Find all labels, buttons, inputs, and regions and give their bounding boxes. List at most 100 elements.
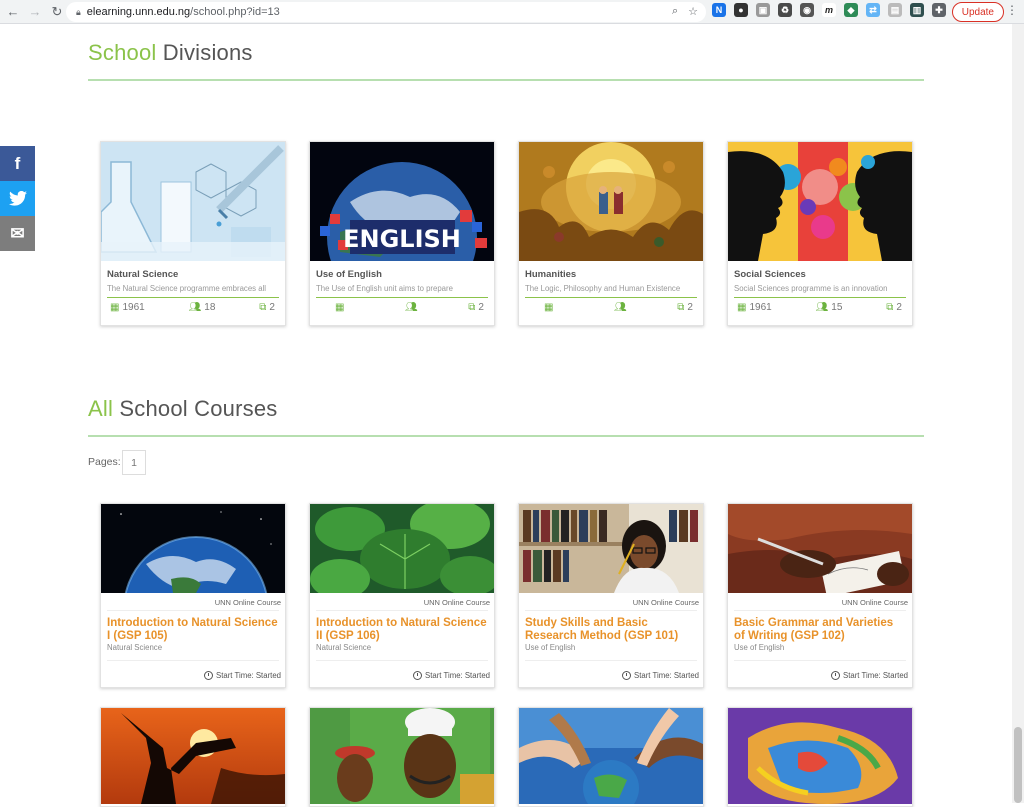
division-image: ENGLISH xyxy=(310,142,494,261)
course-card[interactable]: UNN Online Course Basic Grammar and Vari… xyxy=(727,503,913,688)
division-users: 15 xyxy=(831,302,843,313)
division-name[interactable]: Social Sciences xyxy=(728,261,912,280)
course-start: Start Time: Started xyxy=(204,671,281,680)
course-card[interactable]: UNN Online Course Introduction to Natura… xyxy=(100,503,286,688)
division-card-use-of-english[interactable]: ENGLISH Use of English The Use of Englis… xyxy=(309,141,495,326)
course-tag: UNN Online Course xyxy=(423,598,490,607)
division-courses: 2 xyxy=(687,302,693,313)
course-start: Start Time: Started xyxy=(831,671,908,680)
svg-text:ENGLISH: ENGLISH xyxy=(343,225,461,253)
extension-chat-icon[interactable]: ◆ xyxy=(844,3,858,17)
course-card[interactable] xyxy=(100,707,286,807)
divisions-heading: School Divisions xyxy=(88,40,253,66)
course-start: Start Time: Started xyxy=(622,671,699,680)
course-image xyxy=(519,504,703,593)
division-stats: ▦ 👥︎ ⧉ 2 xyxy=(519,298,703,313)
copy-icon: ⧉ xyxy=(259,302,267,313)
course-start-label: Start Time: Started xyxy=(425,671,490,680)
course-start-divider xyxy=(316,660,488,661)
course-image xyxy=(101,708,285,804)
scrollbar-thumb[interactable] xyxy=(1014,727,1022,803)
extensions-puzzle-icon[interactable]: ✚ xyxy=(932,3,946,17)
clock-icon xyxy=(204,671,213,680)
course-division: Use of English xyxy=(734,643,785,652)
facebook-share-button[interactable]: f xyxy=(0,146,35,181)
users-icon: 👥︎ xyxy=(405,302,418,313)
copy-icon: ⧉ xyxy=(468,302,476,313)
page-link-1[interactable]: 1 xyxy=(122,450,146,475)
division-card-natural-science[interactable]: Natural Science The Natural Science prog… xyxy=(100,141,286,326)
divisions-heading-rest: Divisions xyxy=(156,40,253,65)
update-button[interactable]: Update xyxy=(951,2,1004,22)
reload-icon[interactable]: ↻ xyxy=(46,0,68,24)
extension-new-icon[interactable]: N xyxy=(712,3,726,17)
email-share-button[interactable]: ✉ xyxy=(0,216,35,251)
course-title[interactable]: Study Skills and Basic Research Method (… xyxy=(519,611,703,642)
course-card[interactable] xyxy=(727,707,913,807)
course-card[interactable]: UNN Online Course Introduction to Natura… xyxy=(309,503,495,688)
course-image xyxy=(519,708,703,806)
courses-heading-rest: School Courses xyxy=(113,396,278,421)
extension-paint-icon[interactable]: ● xyxy=(734,3,748,17)
division-card-social-sciences[interactable]: Social Sciences Social Sciences programm… xyxy=(727,141,913,326)
address-bar[interactable]: 🔒︎ elearning.unn.edu.ng/school.php?id=13… xyxy=(66,2,706,22)
zoom-icon[interactable]: ⌕ xyxy=(672,5,678,18)
courses-divider xyxy=(88,435,924,437)
course-title[interactable]: Introduction to Natural Science II (GSP … xyxy=(310,611,494,642)
course-tag: UNN Online Course xyxy=(632,598,699,607)
divisions-heading-accent: School xyxy=(88,40,157,65)
divisions-divider xyxy=(88,79,924,81)
division-image xyxy=(101,142,285,261)
clock-icon xyxy=(622,671,631,680)
twitter-share-button[interactable] xyxy=(0,181,35,216)
division-name[interactable]: Use of English xyxy=(310,261,494,280)
course-image xyxy=(310,504,494,593)
extension-m-icon[interactable]: m xyxy=(822,3,836,17)
social-share-bar: f ✉ xyxy=(0,146,35,251)
division-card-humanities[interactable]: Humanities The Logic, Philosophy and Hum… xyxy=(518,141,704,326)
division-description: The Logic, Philosophy and Human Existenc… xyxy=(525,284,681,293)
users-icon: 👥︎ xyxy=(188,302,202,313)
division-stats: ▦ 👥︎ ⧉ 2 xyxy=(310,298,494,313)
division-courses: 2 xyxy=(896,302,902,313)
copy-icon: ⧉ xyxy=(886,302,894,313)
division-name[interactable]: Humanities xyxy=(519,261,703,280)
page-scrollbar[interactable] xyxy=(1012,24,1024,803)
course-image xyxy=(728,504,912,593)
clock-icon xyxy=(413,671,422,680)
course-tag: UNN Online Course xyxy=(841,598,908,607)
division-name[interactable]: Natural Science xyxy=(101,261,285,280)
course-card[interactable]: UNN Online Course Study Skills and Basic… xyxy=(518,503,704,688)
forward-icon[interactable]: → xyxy=(24,0,46,24)
course-card[interactable] xyxy=(309,707,495,807)
courses-heading: All School Courses xyxy=(88,396,277,422)
course-title[interactable]: Basic Grammar and Varieties of Writing (… xyxy=(728,611,912,642)
extension-chart-icon[interactable]: ▥ xyxy=(910,3,924,17)
extension-translate-icon[interactable]: ⇄ xyxy=(866,3,880,17)
course-start-divider xyxy=(107,660,279,661)
course-start-divider xyxy=(734,660,906,661)
users-icon: 👥︎ xyxy=(815,302,829,313)
back-icon[interactable]: ← xyxy=(2,0,24,24)
course-division: Natural Science xyxy=(107,643,163,652)
division-image xyxy=(519,142,703,261)
extension-recycle-icon[interactable]: ♻ xyxy=(778,3,792,17)
course-image xyxy=(728,708,912,804)
calendar-icon: ▦ xyxy=(110,302,120,313)
bookmark-star-icon[interactable]: ☆ xyxy=(688,5,698,18)
copy-icon: ⧉ xyxy=(677,302,685,313)
twitter-icon xyxy=(8,191,27,206)
course-division: Natural Science xyxy=(316,643,372,652)
extension-circle-icon[interactable]: ◉ xyxy=(800,3,814,17)
extension-image-icon[interactable]: ▣ xyxy=(756,3,770,17)
division-users: 18 xyxy=(204,302,216,313)
browser-menu-icon[interactable]: ⋮ xyxy=(1006,3,1018,17)
course-card[interactable] xyxy=(518,707,704,807)
division-year: 1961 xyxy=(749,302,772,313)
course-start-divider xyxy=(525,660,697,661)
division-stats: ▦ 1961 👥︎ 18 ⧉ 2 xyxy=(101,298,285,313)
extension-doc-icon[interactable]: ▤ xyxy=(888,3,902,17)
division-year: 1961 xyxy=(122,302,145,313)
course-title[interactable]: Introduction to Natural Science I (GSP 1… xyxy=(101,611,285,642)
calendar-icon: ▦ xyxy=(335,302,345,313)
